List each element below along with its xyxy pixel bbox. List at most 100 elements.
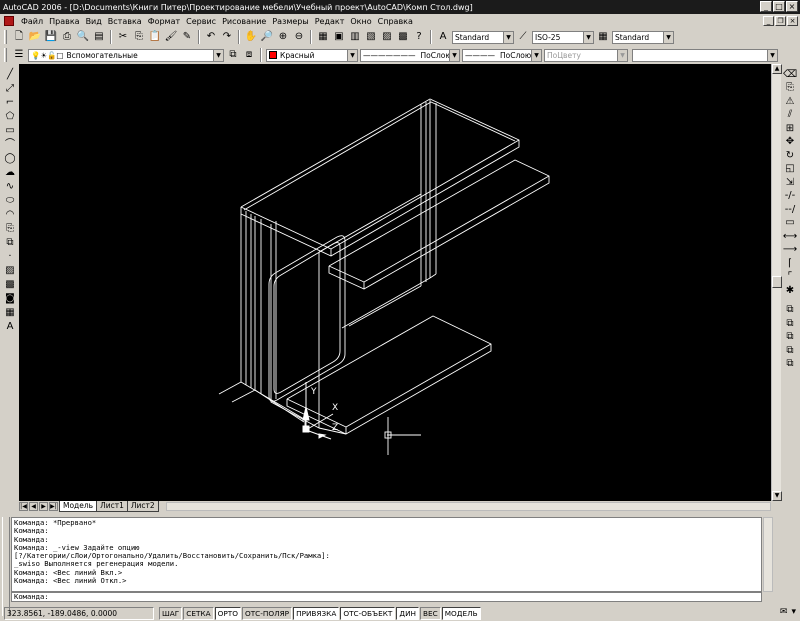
draworder-back-icon[interactable]: ⧉ bbox=[783, 317, 797, 331]
break-icon[interactable]: ⟷ bbox=[783, 230, 797, 244]
lineweight-toggle[interactable]: ВЕС bbox=[420, 607, 441, 620]
command-input[interactable]: Команда: bbox=[11, 592, 762, 602]
revcloud-icon[interactable]: ☁ bbox=[3, 166, 17, 180]
open-file-icon[interactable]: 📂 bbox=[28, 30, 42, 44]
array-icon[interactable]: ⊞ bbox=[783, 122, 797, 136]
last-tab-icon[interactable]: ▶| bbox=[49, 502, 58, 511]
copy-clip-icon[interactable]: ⎘ bbox=[132, 30, 146, 44]
text-front-icon[interactable]: ⧉ bbox=[783, 358, 797, 372]
doc-close-button[interactable]: × bbox=[787, 16, 798, 26]
match-properties-icon[interactable]: 🖌 bbox=[164, 30, 178, 44]
status-menu-icon[interactable]: ▾ bbox=[791, 607, 796, 617]
gradient-icon[interactable]: ▩ bbox=[3, 278, 17, 292]
dim-style-select[interactable]: ISO-25 ▼ bbox=[532, 30, 594, 44]
join-icon[interactable]: ⟶ bbox=[783, 244, 797, 258]
text-style-select[interactable]: Standard ▼ bbox=[452, 30, 514, 44]
insert-block-icon[interactable]: ⎘ bbox=[3, 222, 17, 236]
mirror-icon[interactable]: ⚠ bbox=[783, 95, 797, 109]
tool-palettes-icon[interactable]: ▥ bbox=[348, 30, 362, 44]
ellipse-arc-icon[interactable]: ◠ bbox=[3, 208, 17, 222]
drawing-horizontal-scrollbar[interactable] bbox=[165, 502, 771, 511]
scale-icon[interactable]: ◱ bbox=[783, 163, 797, 177]
color-select[interactable]: Красный ▼ bbox=[266, 48, 358, 62]
draworder-above-icon[interactable]: ⧉ bbox=[783, 331, 797, 345]
otrack-toggle[interactable]: ОТС-ОБЪЕКТ bbox=[340, 607, 396, 620]
undo-icon[interactable]: ↶ bbox=[204, 30, 218, 44]
table-style-select[interactable]: Standard ▼ bbox=[612, 30, 674, 44]
region-icon[interactable]: ◙ bbox=[3, 292, 17, 306]
close-button[interactable]: × bbox=[786, 1, 798, 12]
make-block-icon[interactable]: ⧉ bbox=[3, 236, 17, 250]
next-tab-icon[interactable]: ▶ bbox=[39, 502, 48, 511]
drawing-area[interactable]: Y X Z bbox=[19, 64, 771, 501]
erase-icon[interactable]: ⌫ bbox=[783, 68, 797, 82]
draworder-front-icon[interactable]: ⧉ bbox=[783, 304, 797, 318]
coordinates-display[interactable]: 323.8561, -189.0486, 0.0000 bbox=[4, 607, 154, 620]
table-icon[interactable]: ▦ bbox=[3, 306, 17, 320]
mtext-icon[interactable]: A bbox=[3, 320, 17, 334]
calculator-icon[interactable]: ▩ bbox=[396, 30, 410, 44]
hatch-icon[interactable]: ▨ bbox=[3, 264, 17, 278]
make-object-layer-current-icon[interactable]: ⧉ bbox=[226, 48, 240, 62]
command-window-grip[interactable] bbox=[2, 517, 10, 616]
save-icon[interactable]: 💾 bbox=[44, 30, 58, 44]
explode-icon[interactable]: ✱ bbox=[783, 284, 797, 298]
toolbar-grip[interactable] bbox=[4, 30, 7, 44]
cut-icon[interactable]: ✂ bbox=[116, 30, 130, 44]
rotate-icon[interactable]: ↻ bbox=[783, 149, 797, 163]
chamfer-icon[interactable]: ⌈ bbox=[783, 257, 797, 271]
drawing-vertical-scrollbar[interactable]: ▲ ▼ bbox=[771, 64, 782, 501]
tab-model[interactable]: Модель bbox=[59, 501, 98, 512]
menu-view[interactable]: Вид bbox=[83, 17, 105, 26]
tab-layout2[interactable]: Лист2 bbox=[126, 501, 159, 512]
redo-icon[interactable]: ↷ bbox=[220, 30, 234, 44]
menu-file[interactable]: Файл bbox=[18, 17, 46, 26]
osnap-toggle[interactable]: ПРИВЯЗКА bbox=[293, 607, 340, 620]
block-editor-icon[interactable]: ✎ bbox=[180, 30, 194, 44]
draworder-below-icon[interactable]: ⧉ bbox=[783, 344, 797, 358]
zoom-previous-icon[interactable]: ⊖ bbox=[292, 30, 306, 44]
trim-icon[interactable]: -/- bbox=[783, 190, 797, 204]
empty-select[interactable]: ▼ bbox=[632, 48, 778, 62]
doc-minimize-button[interactable]: _ bbox=[763, 16, 774, 26]
plotstyle-select[interactable]: ПоЦвету ▼ bbox=[544, 48, 628, 62]
new-file-icon[interactable]: 🗋 bbox=[12, 30, 26, 44]
zoom-window-icon[interactable]: ⊕ bbox=[276, 30, 290, 44]
scroll-down-icon[interactable]: ▼ bbox=[772, 491, 782, 501]
menu-help[interactable]: Справка bbox=[375, 17, 416, 26]
ellipse-icon[interactable]: ⬭ bbox=[3, 194, 17, 208]
stretch-icon[interactable]: ⇲ bbox=[783, 176, 797, 190]
command-scrollbar[interactable] bbox=[763, 517, 773, 592]
rectangle-icon[interactable]: ▭ bbox=[3, 124, 17, 138]
menu-insert[interactable]: Вставка bbox=[105, 17, 145, 26]
communication-center-icon[interactable]: ✉ bbox=[780, 607, 788, 617]
fillet-icon[interactable]: ⌜ bbox=[783, 271, 797, 285]
design-center-icon[interactable]: ▣ bbox=[332, 30, 346, 44]
linetype-select[interactable]: ——————— ПоСлою ▼ bbox=[360, 48, 460, 62]
autocad-logo-icon[interactable] bbox=[4, 16, 14, 26]
model-toggle[interactable]: МОДЕЛЬ bbox=[441, 607, 481, 620]
pan-icon[interactable]: ✋ bbox=[244, 30, 258, 44]
help-icon[interactable]: ? bbox=[412, 30, 426, 44]
publish-icon[interactable]: ▤ bbox=[92, 30, 106, 44]
arc-icon[interactable]: ⌒ bbox=[3, 138, 17, 152]
dyn-toggle[interactable]: ДИН bbox=[396, 607, 420, 620]
snap-toggle[interactable]: ШАГ bbox=[159, 607, 183, 620]
polygon-icon[interactable]: ⬠ bbox=[3, 110, 17, 124]
ortho-toggle[interactable]: ОРТО bbox=[214, 607, 241, 620]
minimize-button[interactable]: _ bbox=[760, 1, 772, 12]
break-at-point-icon[interactable]: ▭ bbox=[783, 217, 797, 231]
paste-icon[interactable]: 📋 bbox=[148, 30, 162, 44]
polar-toggle[interactable]: ОТС-ПОЛЯР bbox=[241, 607, 293, 620]
xline-icon[interactable]: ⤢ bbox=[3, 82, 17, 96]
menu-modify[interactable]: Редакт bbox=[312, 17, 348, 26]
copy-icon[interactable]: ⎘ bbox=[783, 82, 797, 96]
maximize-button[interactable]: □ bbox=[773, 1, 785, 12]
prev-tab-icon[interactable]: ◀ bbox=[29, 502, 38, 511]
offset-icon[interactable]: ⫽ bbox=[783, 109, 797, 123]
menu-edit[interactable]: Правка bbox=[46, 17, 82, 26]
plot-preview-icon[interactable]: 🔍 bbox=[76, 30, 90, 44]
doc-restore-button[interactable]: ❐ bbox=[775, 16, 786, 26]
zoom-realtime-icon[interactable]: 🔎 bbox=[260, 30, 274, 44]
markup-icon[interactable]: ▨ bbox=[380, 30, 394, 44]
